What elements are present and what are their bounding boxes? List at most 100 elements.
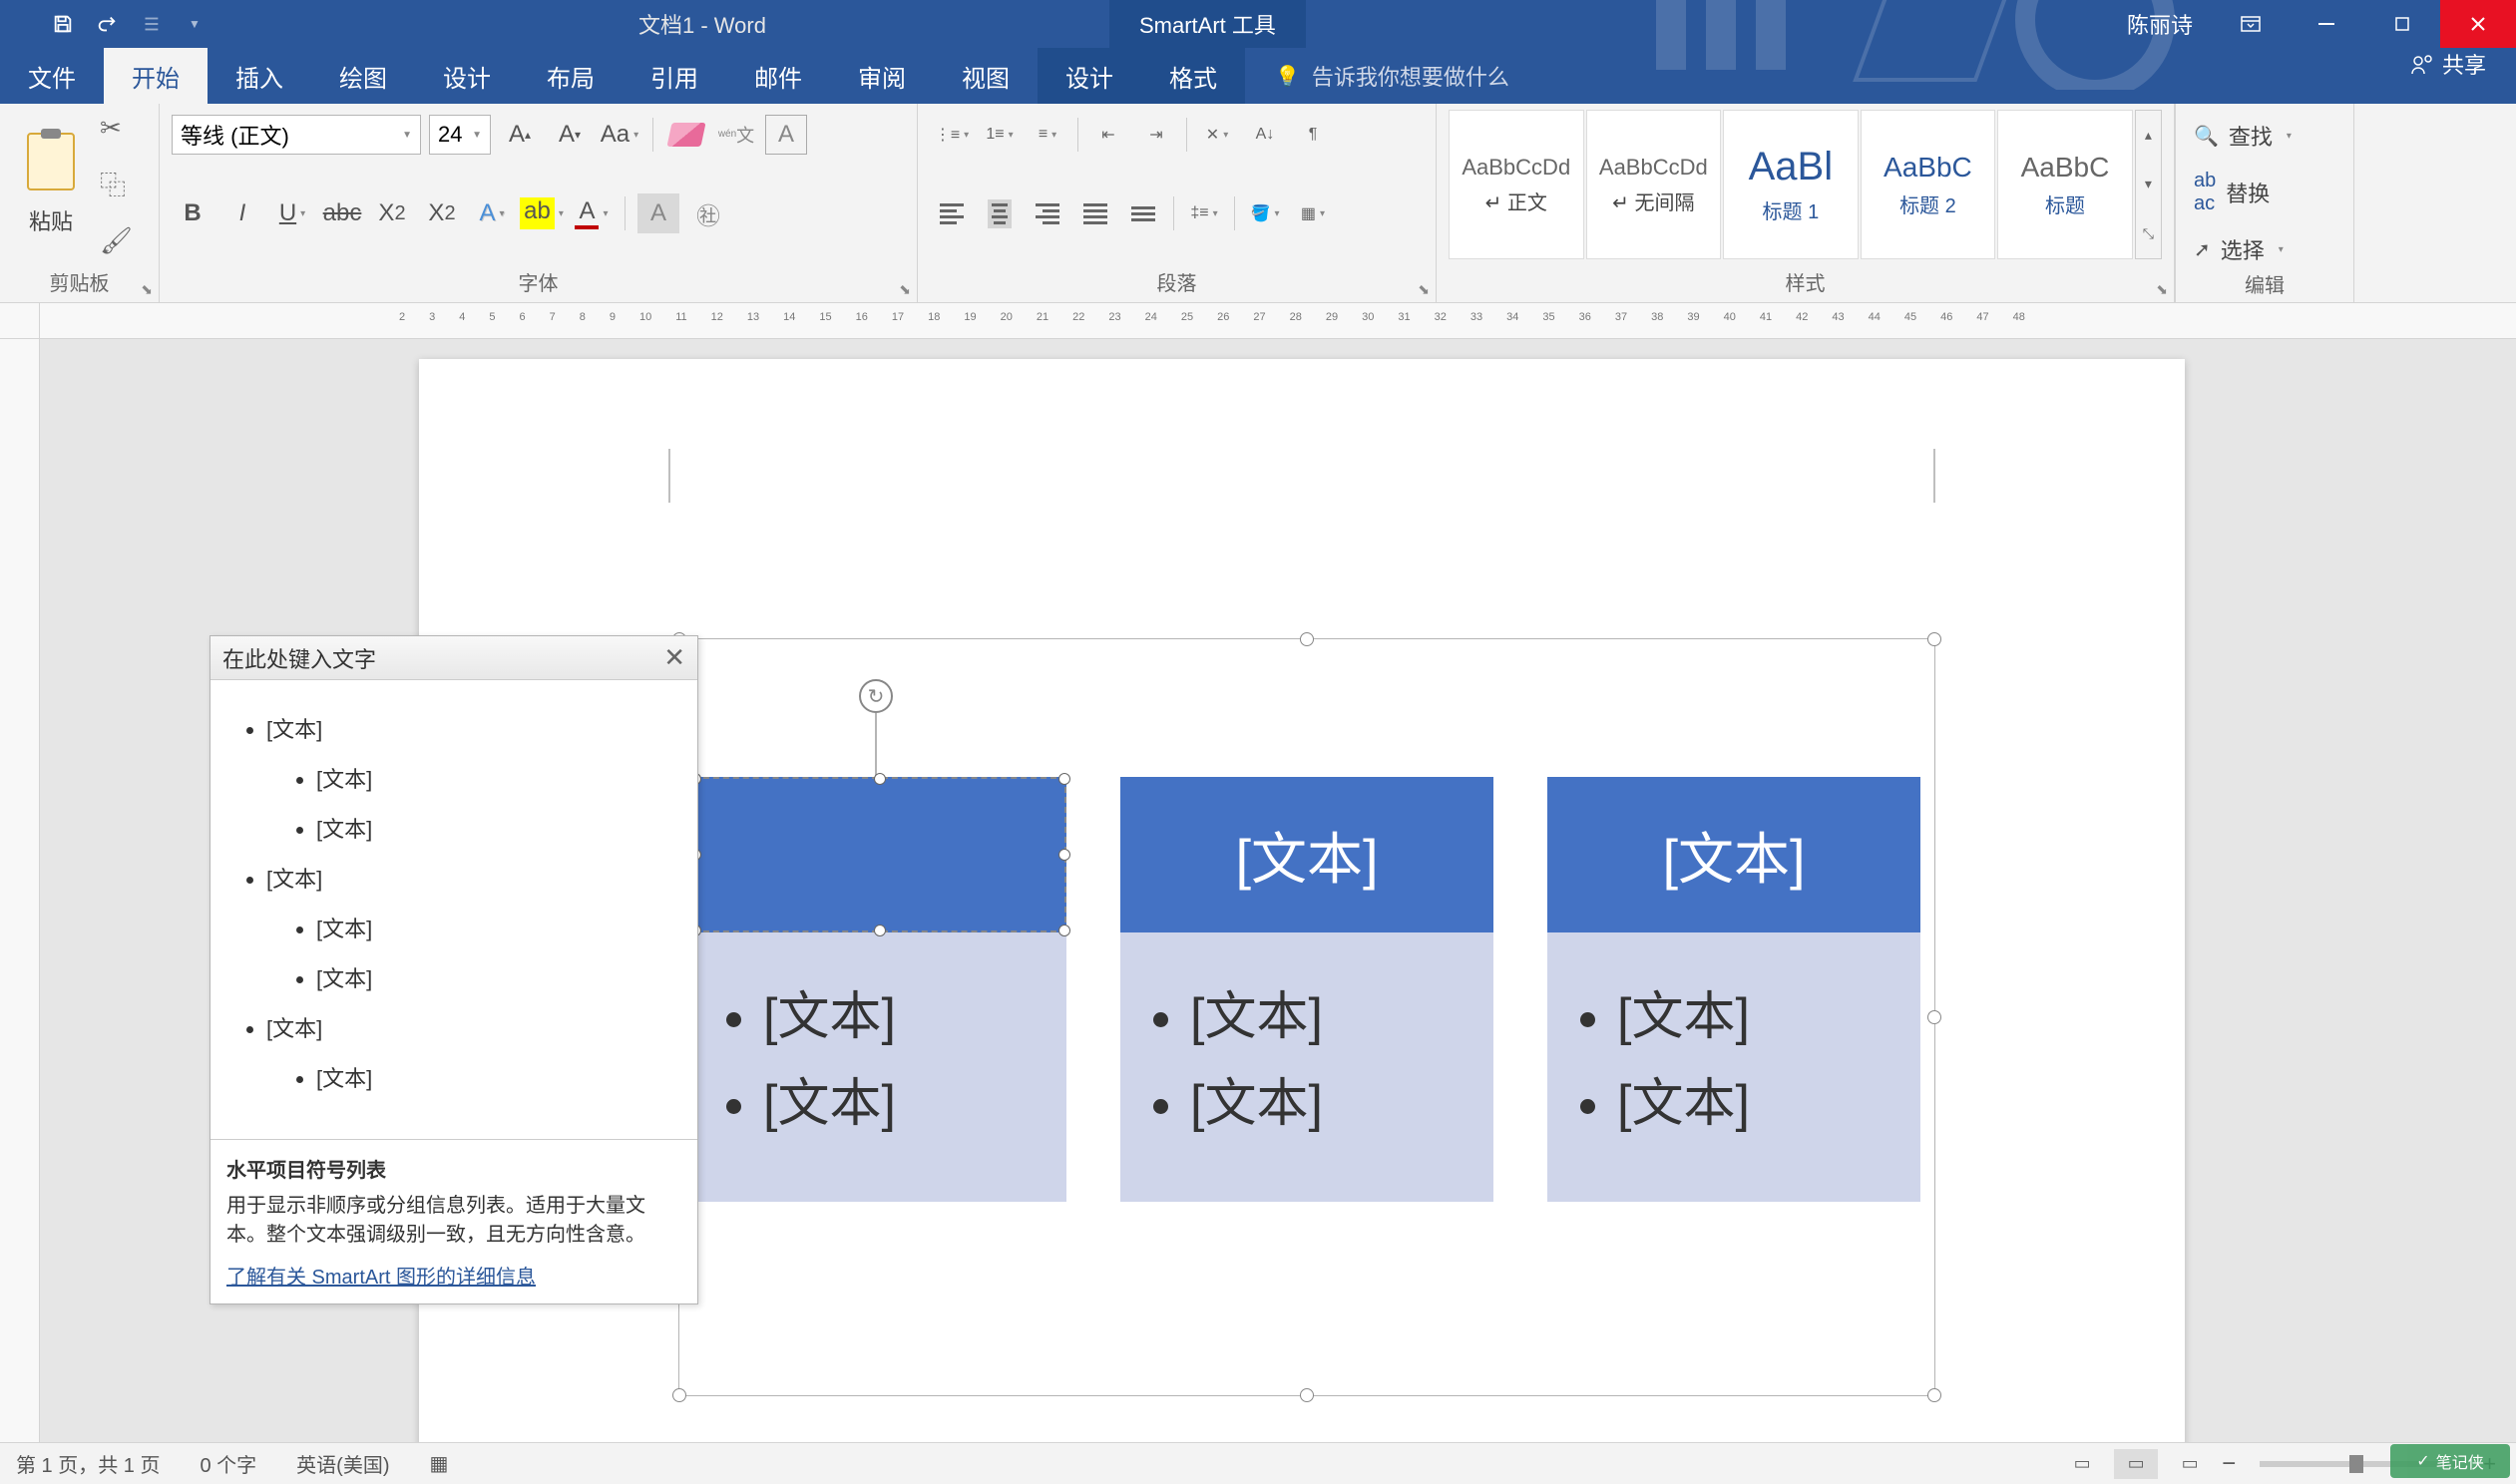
- text-pane-header[interactable]: 在此处键入文字 ✕: [210, 636, 697, 680]
- replace-button[interactable]: abac替换: [2188, 166, 2341, 219]
- minimize-icon[interactable]: [2289, 0, 2364, 48]
- justify-icon[interactable]: [1073, 193, 1117, 233]
- tab-smartart-format[interactable]: 格式: [1141, 48, 1245, 104]
- copy-icon[interactable]: ⿻: [100, 166, 133, 202]
- tab-design[interactable]: 设计: [415, 48, 519, 104]
- tab-references[interactable]: 引用: [623, 48, 726, 104]
- distribute-icon[interactable]: [1121, 193, 1165, 233]
- web-layout-icon[interactable]: ▭: [2168, 1449, 2212, 1479]
- style-nospacing[interactable]: AaBbCcDd↵ 无间隔: [1586, 110, 1722, 259]
- decrease-indent-icon[interactable]: ⇤: [1086, 115, 1130, 155]
- line-spacing-icon[interactable]: ‡≡▾: [1182, 193, 1226, 233]
- tab-mailings[interactable]: 邮件: [726, 48, 830, 104]
- font-launcher-icon[interactable]: ⬊: [899, 281, 911, 298]
- style-heading2[interactable]: AaBbC标题 2: [1861, 110, 1996, 259]
- tab-review[interactable]: 审阅: [830, 48, 934, 104]
- smartart-header[interactable]: [文本]: [1547, 777, 1920, 932]
- smartart-header[interactable]: [693, 777, 1066, 932]
- borders-icon[interactable]: ▦▾: [1291, 193, 1335, 233]
- grow-font-icon[interactable]: A▴: [499, 115, 541, 155]
- close-icon[interactable]: [2440, 0, 2516, 48]
- format-painter-icon[interactable]: 🖌: [100, 225, 133, 256]
- multilevel-icon[interactable]: ≡▾: [1026, 115, 1069, 155]
- superscript-icon[interactable]: X2: [421, 193, 463, 233]
- numbering-icon[interactable]: 1≡▾: [978, 115, 1022, 155]
- text-effects-icon[interactable]: A▾: [471, 193, 513, 233]
- list-item[interactable]: [文本] [文本][文本]: [266, 862, 687, 993]
- enclose-char-icon[interactable]: ㊓: [687, 193, 729, 233]
- style-normal[interactable]: AaBbCcDd↵ 正文: [1449, 110, 1584, 259]
- share-button[interactable]: 共享: [2410, 48, 2486, 80]
- clear-format-icon[interactable]: [665, 115, 707, 155]
- list-icon[interactable]: [138, 11, 164, 37]
- subscript-icon[interactable]: X2: [371, 193, 413, 233]
- list-item[interactable]: [文本] [文本]: [266, 1011, 687, 1093]
- char-border-icon[interactable]: A: [765, 115, 807, 155]
- tab-smartart-design[interactable]: 设计: [1038, 48, 1141, 104]
- list-item[interactable]: [文本]: [316, 812, 687, 844]
- style-heading1[interactable]: AaBl标题 1: [1723, 110, 1859, 259]
- page-indicator[interactable]: 第 1 页，共 1 页: [16, 1449, 160, 1478]
- resize-handle[interactable]: [1927, 1388, 1941, 1402]
- asian-layout-icon[interactable]: ✕▾: [1195, 115, 1239, 155]
- close-pane-icon[interactable]: ✕: [663, 642, 685, 673]
- shrink-font-icon[interactable]: A▾: [549, 115, 591, 155]
- clipboard-launcher-icon[interactable]: ⬊: [141, 281, 153, 298]
- align-right-icon[interactable]: [1026, 193, 1069, 233]
- smartart-body[interactable]: [文本][文本]: [1120, 932, 1493, 1202]
- resize-handle[interactable]: [1927, 1010, 1941, 1024]
- ribbon-options-icon[interactable]: [2213, 0, 2289, 48]
- smartart-block-1[interactable]: [文本][文本]: [693, 777, 1066, 1202]
- paste-button[interactable]: 粘贴: [12, 110, 90, 259]
- increase-indent-icon[interactable]: ⇥: [1134, 115, 1178, 155]
- resize-handle[interactable]: [1300, 632, 1314, 646]
- cut-icon[interactable]: ✂: [100, 113, 133, 144]
- highlight-icon[interactable]: ab▾: [521, 193, 563, 233]
- change-case-icon[interactable]: Aa▾: [599, 115, 640, 155]
- zoom-out-button[interactable]: −: [2222, 1450, 2236, 1478]
- styles-launcher-icon[interactable]: ⬊: [2156, 281, 2168, 298]
- find-button[interactable]: 🔍查找▾: [2188, 116, 2341, 156]
- resize-handle[interactable]: [1300, 1388, 1314, 1402]
- font-size-combo[interactable]: 24▼: [429, 115, 491, 155]
- tab-layout[interactable]: 布局: [519, 48, 623, 104]
- shading-icon[interactable]: 🪣▾: [1243, 193, 1287, 233]
- resize-handle[interactable]: [672, 1388, 686, 1402]
- learn-more-link[interactable]: 了解有关 SmartArt 图形的详细信息: [226, 1261, 536, 1290]
- list-item[interactable]: [文本]: [316, 961, 687, 993]
- text-pane-list[interactable]: [文本] [文本][文本] [文本] [文本][文本] [文本] [文本]: [210, 680, 697, 1139]
- tab-view[interactable]: 视图: [934, 48, 1038, 104]
- save-icon[interactable]: [50, 11, 76, 37]
- sort-icon[interactable]: A↓: [1243, 115, 1287, 155]
- list-item[interactable]: [文本] [文本][文本]: [266, 712, 687, 844]
- phonetic-guide-icon[interactable]: wén文: [715, 115, 757, 155]
- word-count[interactable]: 0 个字: [200, 1449, 256, 1478]
- print-layout-icon[interactable]: ▭: [2114, 1449, 2158, 1479]
- vertical-ruler[interactable]: [0, 303, 40, 1442]
- tab-home[interactable]: 开始: [104, 48, 208, 104]
- smartart-body[interactable]: [文本][文本]: [1547, 932, 1920, 1202]
- resize-handle[interactable]: [1927, 632, 1941, 646]
- bold-icon[interactable]: B: [172, 193, 213, 233]
- rotate-handle[interactable]: ↻: [859, 679, 893, 713]
- list-item[interactable]: [文本]: [316, 912, 687, 943]
- italic-icon[interactable]: I: [221, 193, 263, 233]
- show-marks-icon[interactable]: ¶: [1291, 115, 1335, 155]
- maximize-icon[interactable]: [2364, 0, 2440, 48]
- tab-draw[interactable]: 绘图: [311, 48, 415, 104]
- paragraph-launcher-icon[interactable]: ⬊: [1418, 281, 1430, 298]
- style-title[interactable]: AaBbC标题: [1997, 110, 2133, 259]
- read-mode-icon[interactable]: ▭: [2060, 1449, 2104, 1479]
- font-color-icon[interactable]: A▾: [571, 193, 613, 233]
- language-indicator[interactable]: 英语(美国): [296, 1449, 389, 1478]
- style-scroll[interactable]: ▴▾⤡: [2135, 110, 2162, 259]
- select-button[interactable]: ➚选择▾: [2188, 229, 2341, 269]
- font-name-combo[interactable]: 等线 (正文)▼: [172, 115, 421, 155]
- redo-icon[interactable]: [94, 11, 120, 37]
- smartart-header[interactable]: [文本]: [1120, 777, 1493, 932]
- document-canvas[interactable]: ↻ [文本][文本] [文本] [文本][文本]: [40, 339, 2516, 1442]
- align-center-icon[interactable]: [978, 193, 1022, 233]
- smartart-block-3[interactable]: [文本] [文本][文本]: [1547, 777, 1920, 1202]
- strikethrough-icon[interactable]: abc: [321, 193, 363, 233]
- underline-icon[interactable]: U▾: [271, 193, 313, 233]
